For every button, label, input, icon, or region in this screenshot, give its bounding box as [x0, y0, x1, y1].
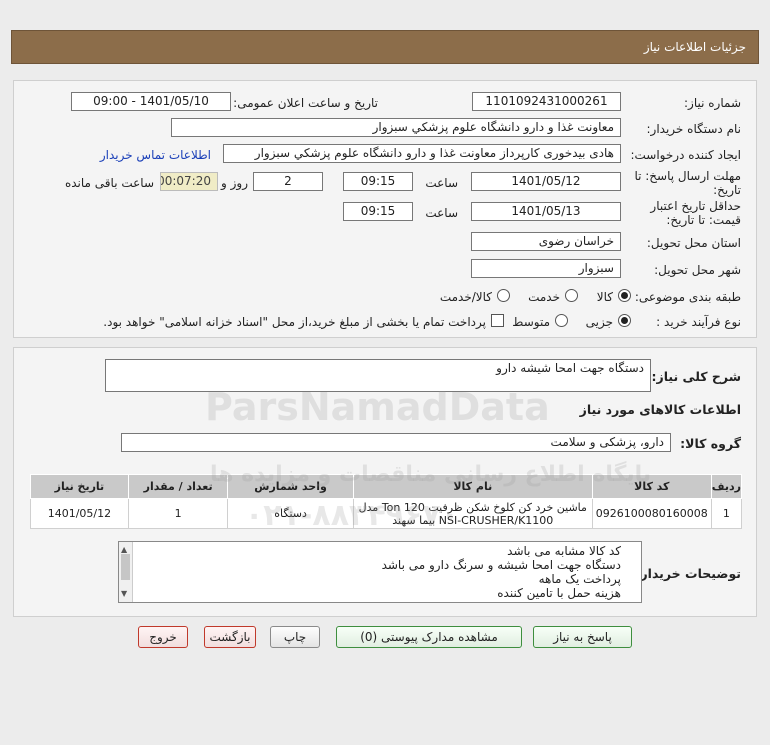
- col-date: تاریخ نیاز: [30, 474, 129, 499]
- creator-label: ایجاد کننده درخواست:: [630, 148, 741, 162]
- goods-table: ردیف کد کالا نام کالا واحد شمارش تعداد /…: [30, 474, 743, 529]
- days-field: 2: [253, 172, 323, 191]
- treasury-checkbox[interactable]: [491, 314, 504, 327]
- deadline-date-field: 1401/05/12: [471, 172, 621, 191]
- group-field: دارو، پزشکی و سلامت: [121, 433, 671, 452]
- announce-field: 1401/05/10 - 09:00: [71, 92, 231, 111]
- buyer-contact-link[interactable]: اطلاعات تماس خریدار: [100, 148, 211, 162]
- validity-time-field: 09:15: [343, 202, 413, 221]
- summary-field: دستگاه جهت امحا شیشه دارو: [105, 359, 651, 392]
- remaining-timer: 00:07:20: [160, 172, 218, 191]
- announce-label: تاریخ و ساعت اعلان عمومی:: [233, 96, 378, 110]
- goods-table-header: ردیف کد کالا نام کالا واحد شمارش تعداد /…: [30, 474, 743, 499]
- buyer-field: معاونت غذا و دارو دانشگاه علوم پزشكي سبز…: [171, 118, 621, 137]
- category-radio-service[interactable]: [565, 289, 578, 302]
- note-line: هزینه حمل با تامین کننده: [497, 586, 621, 600]
- process-option-minor: جزیی: [585, 315, 613, 329]
- cell-name: ماشین خرد کن کلوخ شکن ظرفیت 120 Ton مدل …: [352, 498, 593, 529]
- col-unit: واحد شمارش: [227, 474, 354, 499]
- exit-button[interactable]: خروج: [138, 626, 188, 648]
- summary-label: شرح کلی نیاز:: [651, 369, 741, 384]
- validity-time-label: ساعت: [425, 206, 458, 220]
- creator-field: هادی بیدخوری کارپرداز معاونت غذا و دارو …: [223, 144, 621, 163]
- process-option-medium: متوسط: [512, 315, 550, 329]
- reply-button[interactable]: پاسخ به نیاز: [533, 626, 632, 648]
- category-option-goods: کالا: [596, 290, 613, 304]
- remaining-label: ساعت باقی مانده: [64, 176, 154, 190]
- col-code: کد کالا: [591, 474, 712, 499]
- deadline-time-label: ساعت: [425, 176, 458, 190]
- scroll-thumb[interactable]: [121, 554, 130, 580]
- note-line: کد کالا مشابه می باشد: [507, 544, 621, 558]
- category-option-service: خدمت: [528, 290, 560, 304]
- process-radio-minor[interactable]: [618, 314, 631, 327]
- buyer-notes-label: توضیحات خریدار:: [635, 566, 741, 581]
- scroll-down-icon[interactable]: ▼: [121, 587, 127, 601]
- category-radio-both[interactable]: [497, 289, 510, 302]
- category-label: طبقه بندی موضوعی:: [634, 290, 741, 304]
- attachments-button[interactable]: مشاهده مدارک پیوستی (0): [336, 626, 522, 648]
- need-info-panel: شماره نیاز: 1101092431000261 تاریخ و ساع…: [13, 80, 757, 338]
- need-details-panel: شرح کلی نیاز: دستگاه جهت امحا شیشه دارو …: [13, 347, 757, 617]
- category-radio-goods[interactable]: [618, 289, 631, 302]
- notes-scrollbar[interactable]: ▲ ▼: [119, 542, 133, 602]
- col-name: نام کالا: [352, 474, 593, 499]
- cell-date: 1401/05/12: [30, 498, 129, 529]
- table-row: 1 0926100080160008 ماشین خرد کن کلوخ شکن…: [30, 498, 743, 529]
- group-label: گروه کالا:: [680, 436, 741, 451]
- treasury-note: پرداخت تمام یا بخشی از مبلغ خرید،از محل …: [103, 315, 486, 329]
- print-button[interactable]: چاپ: [270, 626, 320, 648]
- cell-row: 1: [710, 498, 743, 529]
- cell-qty: 1: [127, 498, 229, 529]
- col-qty: تعداد / مقدار: [127, 474, 229, 499]
- page-header: جزئیات اطلاعات نیاز: [11, 30, 759, 64]
- need-number-label: شماره نیاز:: [684, 96, 741, 110]
- province-field: خراسان رضوی: [471, 232, 621, 251]
- page-title: جزئیات اطلاعات نیاز: [643, 40, 746, 54]
- buyer-label: نام دستگاه خریدار:: [646, 122, 742, 136]
- category-option-both: کالا/خدمت: [439, 290, 492, 304]
- goods-info-title: اطلاعات کالاهای مورد نیاز: [579, 402, 741, 417]
- cell-unit: دستگاه: [227, 498, 354, 529]
- note-line: پرداخت یک ماهه: [538, 572, 621, 586]
- buyer-notes-box[interactable]: کد کالا مشابه می باشد دستگاه جهت امحا شی…: [118, 541, 642, 603]
- deadline-time-field: 09:15: [343, 172, 413, 191]
- province-label: استان محل تحویل:: [646, 236, 741, 250]
- need-number-field: 1101092431000261: [472, 92, 621, 111]
- city-label: شهر محل تحویل:: [654, 263, 741, 277]
- note-line: دستگاه جهت امحا شیشه و سرنگ دارو می باشد: [381, 558, 621, 572]
- back-button[interactable]: بازگشت: [204, 626, 256, 648]
- col-row: ردیف: [710, 474, 743, 499]
- city-field: سبزوار: [471, 259, 621, 278]
- process-label: نوع فرآیند خرید :: [656, 315, 741, 329]
- cell-code: 0926100080160008: [591, 498, 712, 529]
- process-radio-medium[interactable]: [555, 314, 568, 327]
- validity-label: حداقل تاریخ اعتبار قیمت: تا تاریخ:: [650, 199, 741, 227]
- validity-date-field: 1401/05/13: [471, 202, 621, 221]
- days-label: روز و: [221, 176, 248, 190]
- deadline-label: مهلت ارسال پاسخ: تا تاریخ:: [634, 169, 741, 197]
